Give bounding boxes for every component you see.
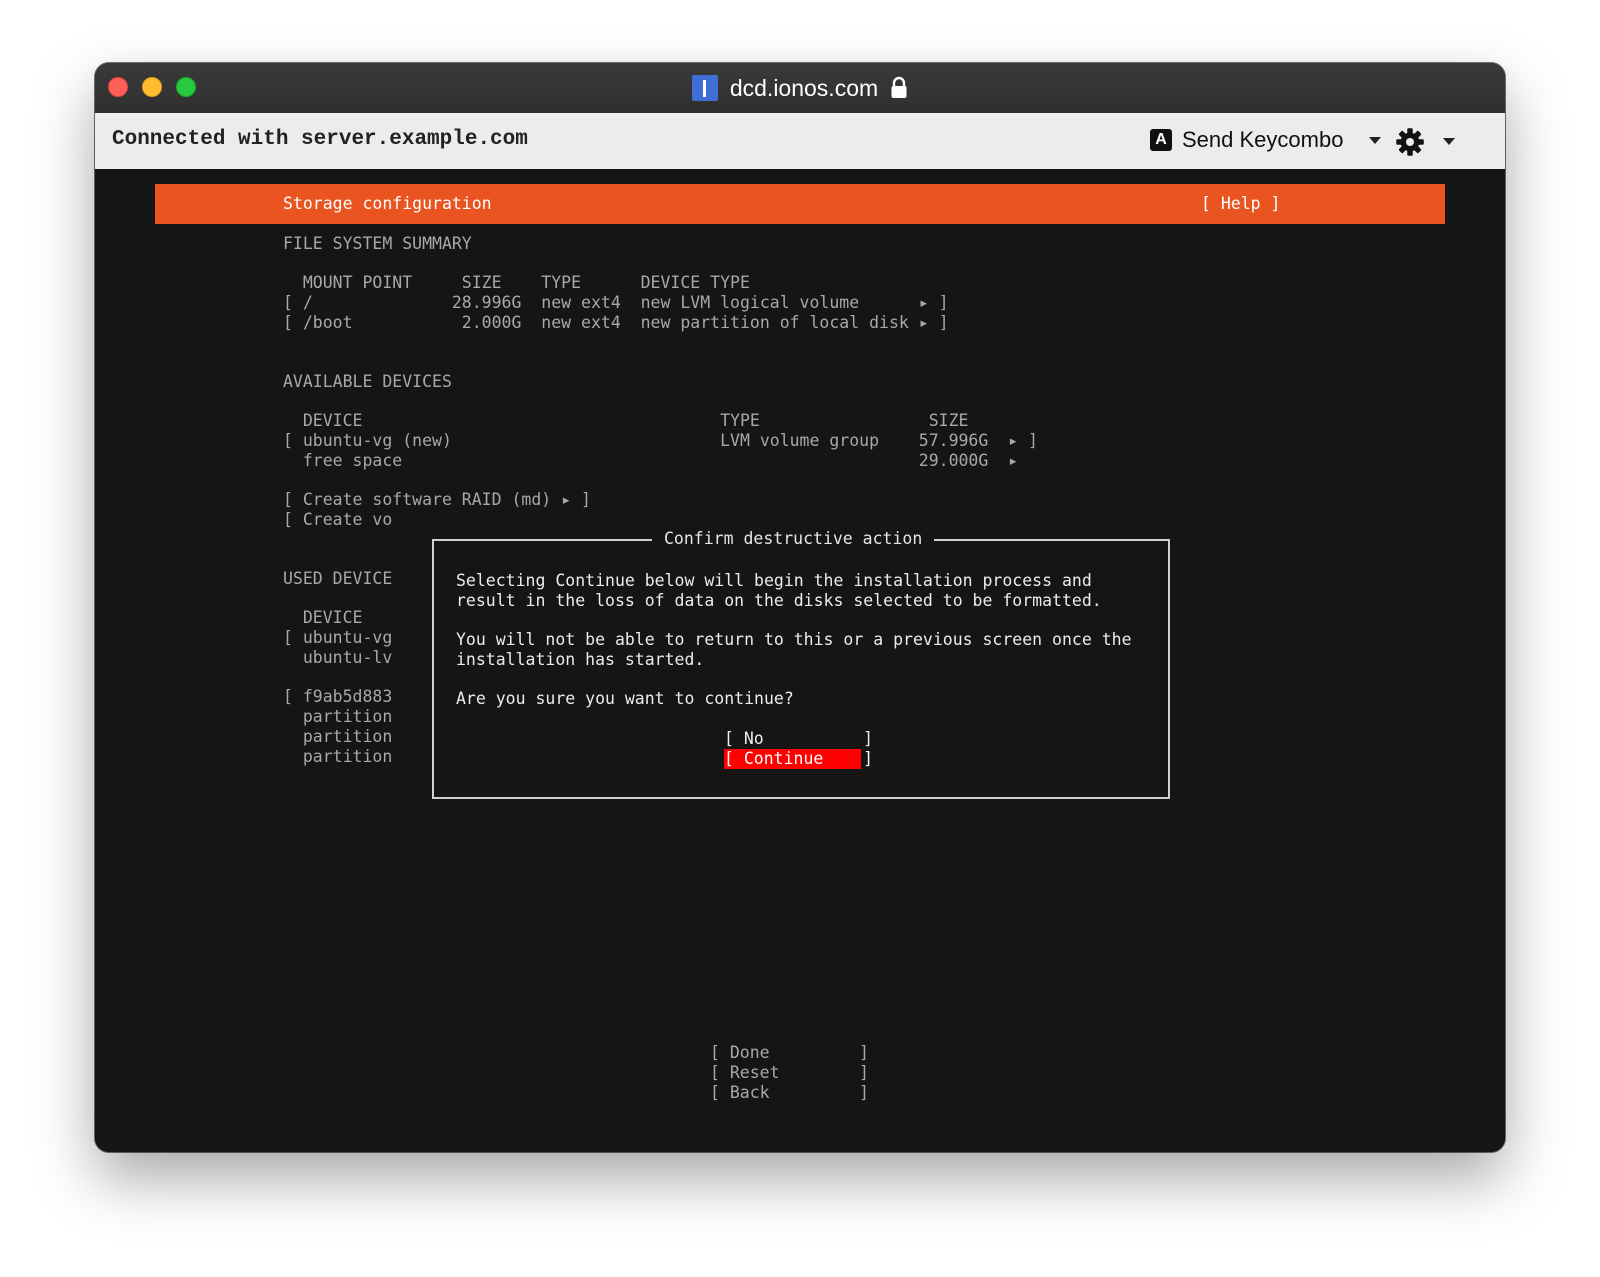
used-devices-heading: USED DEVICE bbox=[283, 569, 393, 588]
dialog-paragraph-1: Selecting Continue below will begin the … bbox=[456, 571, 1102, 610]
confirm-dialog: Confirm destructive action Selecting Con… bbox=[432, 529, 1170, 799]
browser-window: dcd.ionos.com Connected with server.exam… bbox=[95, 63, 1505, 1152]
used-device-row[interactable]: [ ubuntu-vg bbox=[283, 628, 392, 648]
continue-button[interactable]: [ Continue ] bbox=[724, 749, 873, 769]
reset-button[interactable]: [ Reset ] bbox=[710, 1063, 869, 1083]
page-title: Storage configuration bbox=[283, 194, 492, 213]
dialog-paragraph-2: You will not be able to return to this o… bbox=[456, 630, 1132, 669]
back-button[interactable]: [ Back ] bbox=[710, 1083, 869, 1103]
used-device-row: partition bbox=[283, 747, 393, 766]
device-row-ubuntu-vg[interactable]: [ ubuntu-vg (new) LVM volume group 57.99… bbox=[283, 431, 1038, 451]
fs-row-boot[interactable]: [ /boot 2.000G new ext4 new partition of… bbox=[283, 313, 949, 333]
keyboard-key-icon: A bbox=[1150, 129, 1172, 151]
send-keycombo-button[interactable]: A Send Keycombo bbox=[1150, 125, 1382, 155]
dialog-title: Confirm destructive action bbox=[652, 529, 935, 549]
site-logo-icon bbox=[691, 75, 718, 101]
help-button[interactable]: [ Help ] bbox=[1201, 194, 1280, 214]
used-device-row: partition bbox=[283, 707, 393, 726]
fs-row-root[interactable]: [ / 28.996G new ext4 new LVM logical vol… bbox=[283, 293, 949, 313]
done-button[interactable]: [ Done ] bbox=[710, 1043, 869, 1063]
used-device-row: partition bbox=[283, 727, 393, 746]
lock-icon bbox=[891, 76, 907, 98]
create-volume-group-button[interactable]: [ Create vo bbox=[283, 510, 392, 530]
dialog-question: Are you sure you want to continue? bbox=[456, 689, 794, 708]
available-devices-heading: AVAILABLE DEVICES bbox=[283, 372, 452, 391]
device-row-free-space[interactable]: free space 29.000G ▸ bbox=[283, 451, 1018, 471]
window-title: dcd.ionos.com bbox=[729, 74, 879, 101]
available-devices-columns: DEVICE TYPE SIZE bbox=[283, 411, 969, 430]
terminal-screen[interactable]: Storage configuration [ Help ] FILE SYST… bbox=[95, 169, 1505, 1152]
fs-summary-heading: FILE SYSTEM SUMMARY bbox=[283, 234, 472, 253]
create-raid-button[interactable]: [ Create software RAID (md) ▸ ] bbox=[283, 490, 591, 510]
gear-icon[interactable] bbox=[1395, 127, 1425, 157]
send-keycombo-label: Send Keycombo bbox=[1182, 127, 1344, 152]
chevron-down-icon bbox=[1369, 136, 1382, 144]
settings-dropdown-icon[interactable] bbox=[1443, 138, 1455, 145]
window-title-group: dcd.ionos.com bbox=[95, 63, 1505, 113]
console-toolbar: Connected with server.example.com A Send… bbox=[95, 113, 1505, 171]
used-device-row: ubuntu-lv bbox=[283, 648, 393, 667]
connection-status: Connected with server.example.com bbox=[112, 128, 528, 151]
used-device-row[interactable]: [ f9ab5d883 bbox=[283, 687, 392, 707]
installer-header: Storage configuration [ Help ] bbox=[155, 184, 1445, 224]
fs-summary-columns: MOUNT POINT SIZE TYPE DEVICE TYPE bbox=[283, 273, 750, 292]
used-devices-columns: DEVICE bbox=[283, 608, 363, 627]
title-bar: dcd.ionos.com bbox=[95, 63, 1505, 114]
no-button[interactable]: [ No ] bbox=[724, 729, 873, 749]
